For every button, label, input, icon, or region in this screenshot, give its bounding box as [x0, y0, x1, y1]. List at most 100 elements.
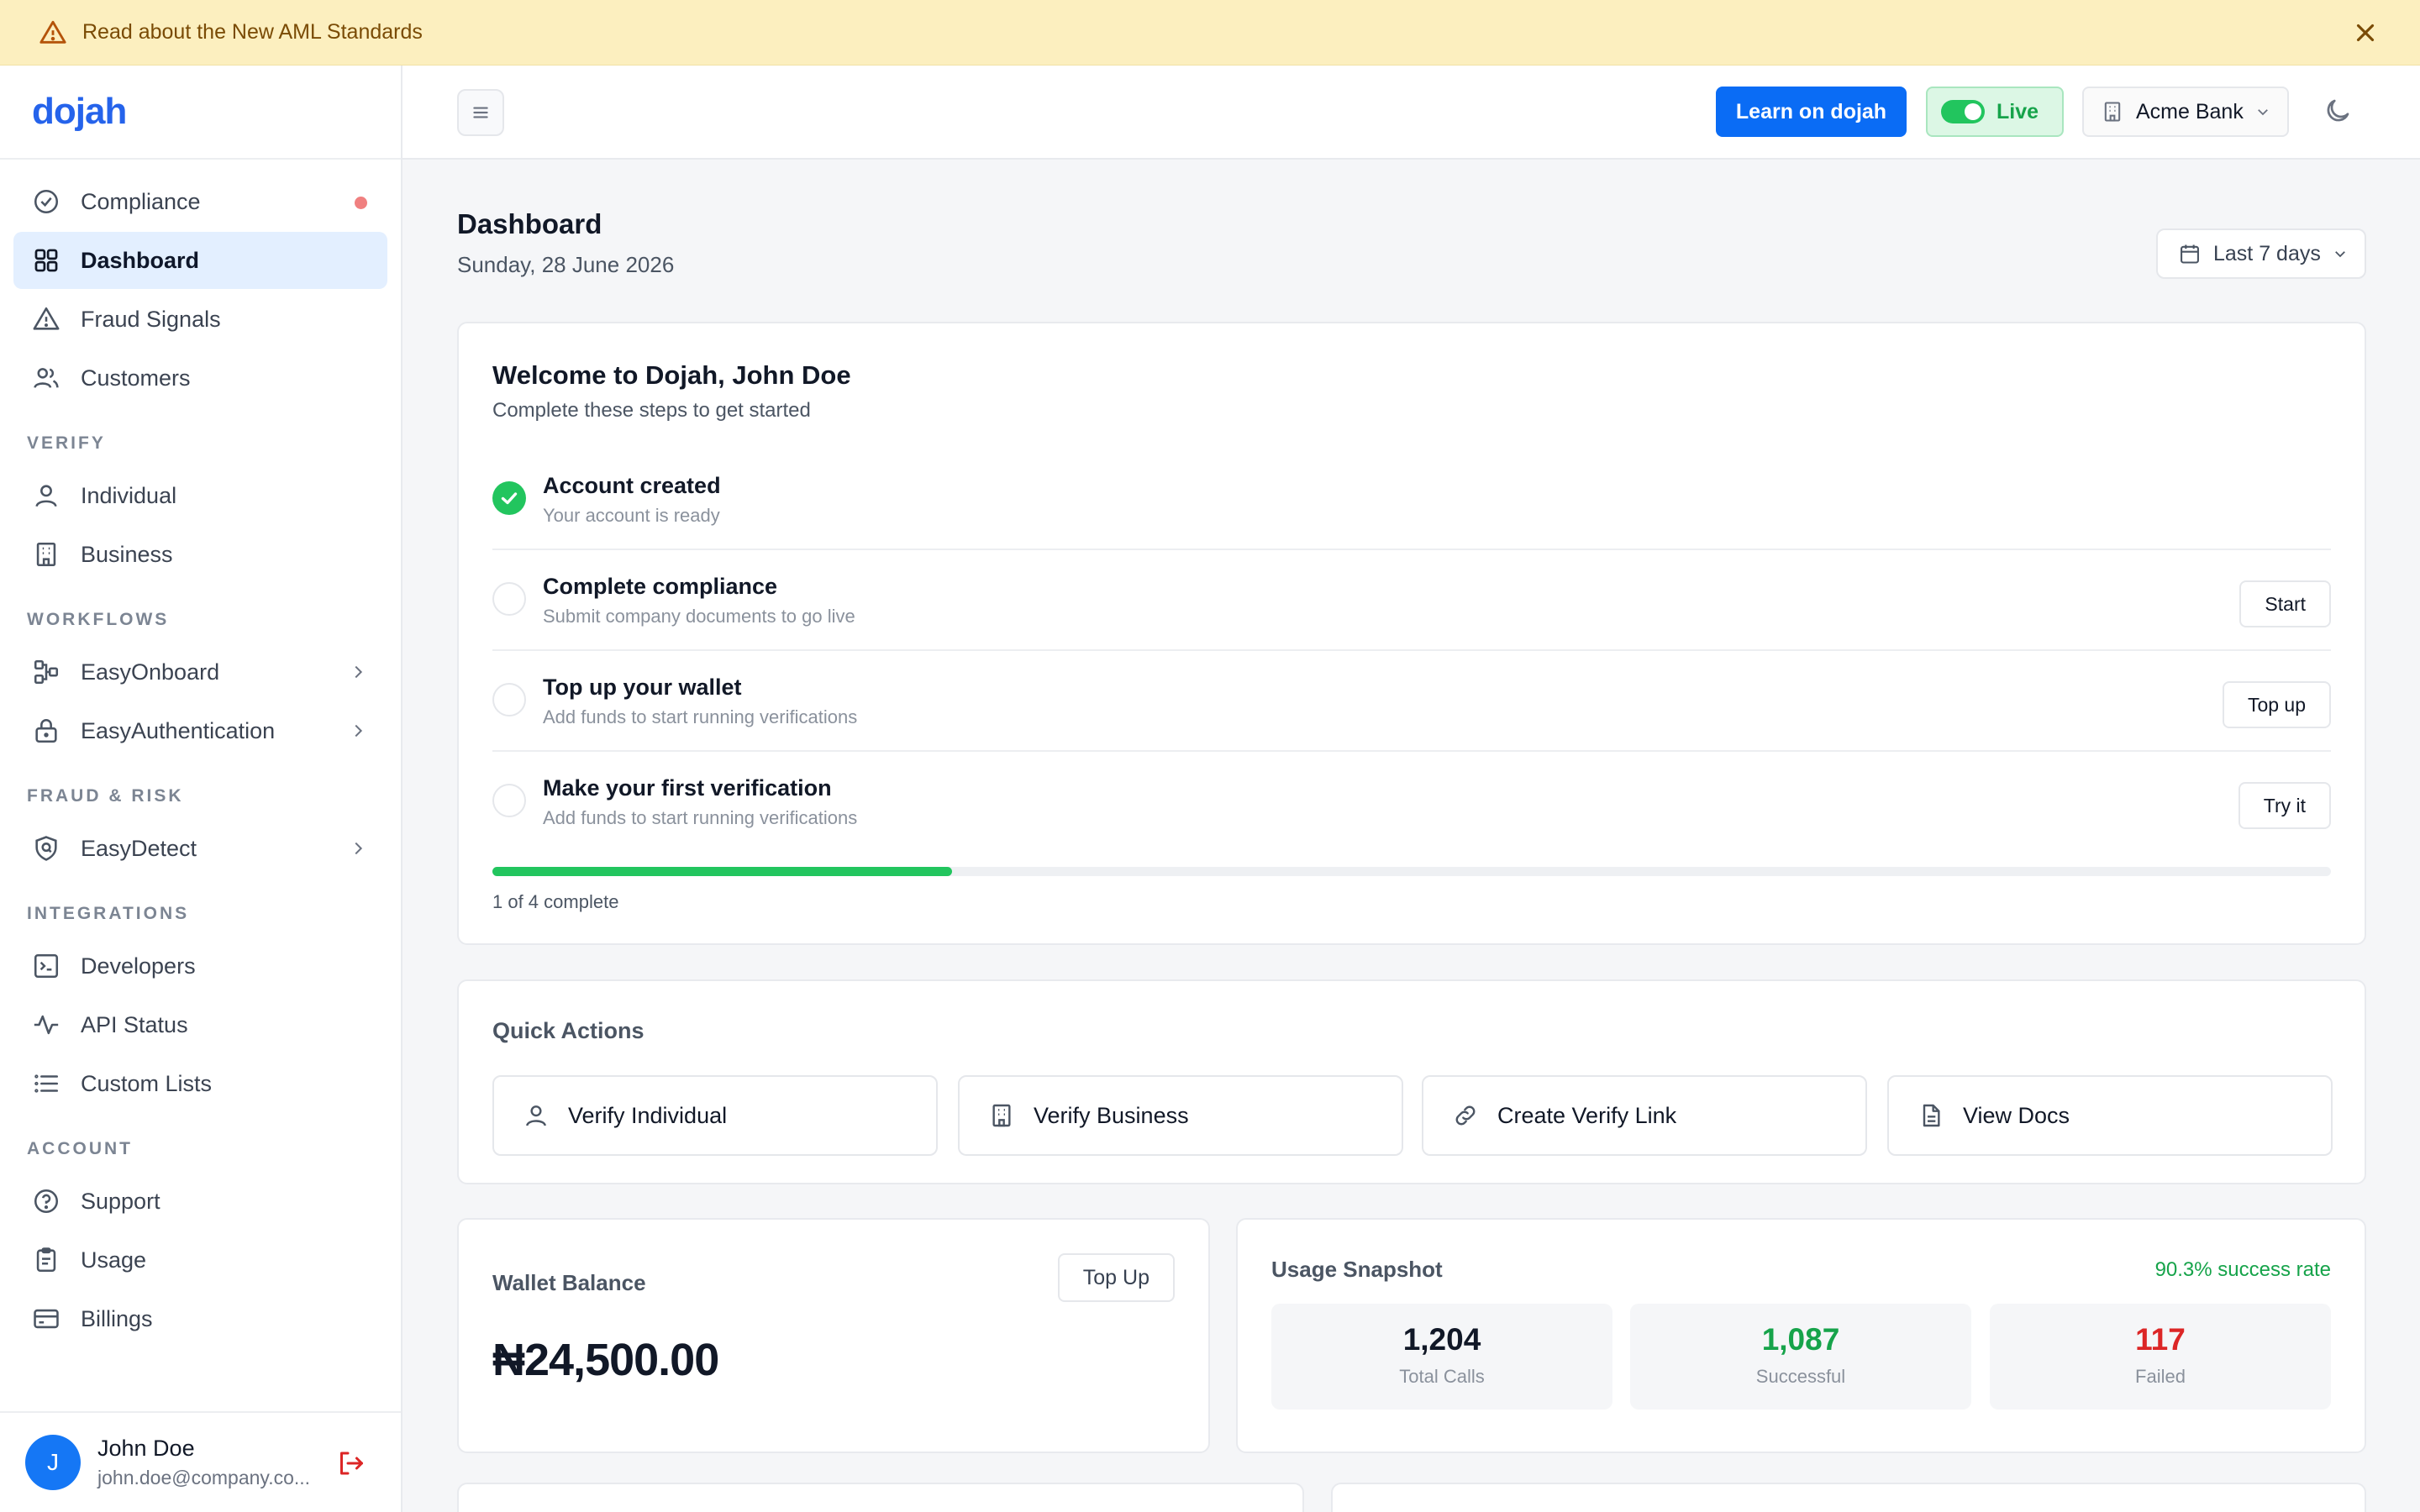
terminal-icon	[32, 952, 60, 980]
sidebar-item-easydetect[interactable]: EasyDetect	[13, 820, 387, 877]
organization-selector[interactable]: Acme Bank	[2082, 87, 2289, 137]
stat-total-calls: 1,204 Total Calls	[1271, 1304, 1612, 1410]
warning-icon	[32, 305, 60, 333]
progress-label: 1 of 4 complete	[492, 891, 619, 912]
stat-value: 1,204	[1402, 1322, 1481, 1357]
top-up-step-button[interactable]: Top up	[2222, 681, 2331, 728]
stat-value: 117	[2135, 1322, 2186, 1357]
warning-icon	[39, 18, 67, 47]
stat-label: Total Calls	[1399, 1366, 1485, 1387]
toggle-switch[interactable]	[1941, 100, 1985, 123]
organization-name: Acme Bank	[2136, 99, 2244, 123]
progress-fill	[492, 867, 952, 876]
sidebar-item-compliance[interactable]: Compliance	[13, 173, 387, 230]
user-email: john.doe@company.co...	[97, 1467, 311, 1488]
step-description: Submit company documents to go live	[543, 606, 855, 627]
sidebar-item-label: API Status	[81, 1011, 188, 1037]
onboarding-card: Welcome to Dojah, John Doe Complete thes…	[457, 322, 2366, 945]
calendar-icon	[2178, 242, 2202, 265]
sidebar-item-customers[interactable]: Customers	[13, 349, 387, 407]
logo[interactable]: dojah	[32, 91, 127, 133]
step-title: Make your first verification	[543, 775, 832, 801]
onboarding-progress-bar	[492, 867, 2331, 876]
chevron-right-icon	[349, 839, 367, 858]
wallet-title: Wallet Balance	[492, 1270, 646, 1295]
grid-icon	[32, 246, 60, 275]
date-range-selector[interactable]: Last 7 days	[2156, 228, 2366, 279]
chevron-right-icon	[349, 722, 367, 740]
sidebar: dojah Compliance Dashboard Fraud Signals…	[0, 66, 402, 1512]
view-docs-button[interactable]: View Docs	[1887, 1075, 2333, 1156]
avatar[interactable]: J	[25, 1435, 81, 1490]
step-complete-compliance: Complete compliance Submit company docum…	[492, 550, 2331, 651]
welcome-subtitle: Complete these steps to get started	[492, 399, 811, 422]
menu-toggle-button[interactable]	[457, 89, 504, 136]
sidebar-item-fraud-signals[interactable]: Fraud Signals	[13, 291, 387, 348]
quick-action-label: Verify Individual	[568, 1102, 728, 1128]
usage-title: Usage Snapshot	[1271, 1257, 1443, 1282]
building-icon	[32, 540, 60, 569]
stat-successful: 1,087 Successful	[1630, 1304, 1971, 1410]
sidebar-item-label: Dashboard	[81, 247, 200, 273]
sidebar-item-label: Custom Lists	[81, 1070, 213, 1096]
empty-circle-icon	[492, 683, 526, 717]
sidebar-item-label: Usage	[81, 1247, 147, 1273]
logout-icon[interactable]	[335, 1448, 366, 1478]
sidebar-item-dashboard[interactable]: Dashboard	[13, 232, 387, 289]
sidebar-item-label: Customers	[81, 365, 191, 391]
sidebar-item-easyonboard[interactable]: EasyOnboard	[13, 643, 387, 701]
sidebar-item-custom-lists[interactable]: Custom Lists	[13, 1055, 387, 1112]
sidebar-item-label: Fraud Signals	[81, 306, 221, 332]
empty-circle-icon	[492, 784, 526, 817]
wallet-amount: ₦24,500.00	[492, 1335, 719, 1385]
step-description: Add funds to start running verifications	[543, 706, 858, 727]
building-icon	[988, 1102, 1015, 1129]
section-label-integrations: INTEGRATIONS	[27, 904, 190, 923]
sidebar-item-easyauthentication[interactable]: EasyAuthentication	[13, 702, 387, 759]
stat-label: Successful	[1755, 1366, 1846, 1387]
moon-icon[interactable]	[2323, 96, 2353, 126]
top-bar: Learn on dojah Live Acme Bank	[402, 66, 2420, 160]
sidebar-item-business[interactable]: Business	[13, 526, 387, 583]
learn-on-dojah-button[interactable]: Learn on dojah	[1716, 87, 1907, 137]
stat-value: 1,087	[1761, 1322, 1840, 1357]
link-icon	[1452, 1102, 1479, 1129]
step-title: Account created	[543, 473, 721, 498]
step-title: Complete compliance	[543, 574, 778, 599]
hamburger-icon	[470, 102, 492, 123]
page-date: Sunday, 28 June 2026	[457, 252, 675, 277]
logo-area: dojah	[0, 66, 401, 160]
sidebar-item-developers[interactable]: Developers	[13, 937, 387, 995]
list-icon	[32, 1069, 60, 1098]
banner-link[interactable]: Read about the New AML Standards	[82, 20, 423, 45]
user-profile: J John Doe john.doe@company.co...	[0, 1411, 401, 1512]
live-label: Live	[1996, 99, 2039, 123]
close-icon[interactable]	[2351, 18, 2380, 47]
sidebar-item-label: Developers	[81, 953, 196, 979]
sidebar-item-billings[interactable]: Billings	[13, 1290, 387, 1347]
stat-failed: 117 Failed	[1990, 1304, 2331, 1410]
chevron-down-icon	[2255, 104, 2270, 119]
verify-business-button[interactable]: Verify Business	[958, 1075, 1403, 1156]
live-mode-toggle[interactable]: Live	[1926, 87, 2064, 137]
sidebar-item-api-status[interactable]: API Status	[13, 996, 387, 1053]
date-range-label: Last 7 days	[2213, 241, 2321, 265]
sidebar-item-label: EasyAuthentication	[81, 717, 276, 743]
notification-dot	[355, 197, 367, 209]
sidebar-item-individual[interactable]: Individual	[13, 467, 387, 524]
users-icon	[32, 364, 60, 392]
card-icon	[32, 1305, 60, 1333]
flow-icon	[32, 658, 60, 686]
quick-action-label: View Docs	[1963, 1102, 2070, 1128]
start-button[interactable]: Start	[2239, 580, 2331, 627]
success-rate: 90.3% success rate	[2154, 1258, 2331, 1281]
verify-individual-button[interactable]: Verify Individual	[492, 1075, 938, 1156]
wallet-top-up-button[interactable]: Top Up	[1057, 1253, 1175, 1302]
sidebar-nav: Compliance Dashboard Fraud Signals Custo…	[0, 160, 401, 1347]
user-name: John Doe	[97, 1436, 195, 1461]
try-it-button[interactable]: Try it	[2238, 782, 2331, 829]
wallet-balance-card: Wallet Balance Top Up ₦24,500.00	[457, 1218, 1210, 1453]
create-verify-link-button[interactable]: Create Verify Link	[1422, 1075, 1867, 1156]
sidebar-item-support[interactable]: Support	[13, 1173, 387, 1230]
sidebar-item-usage[interactable]: Usage	[13, 1231, 387, 1289]
